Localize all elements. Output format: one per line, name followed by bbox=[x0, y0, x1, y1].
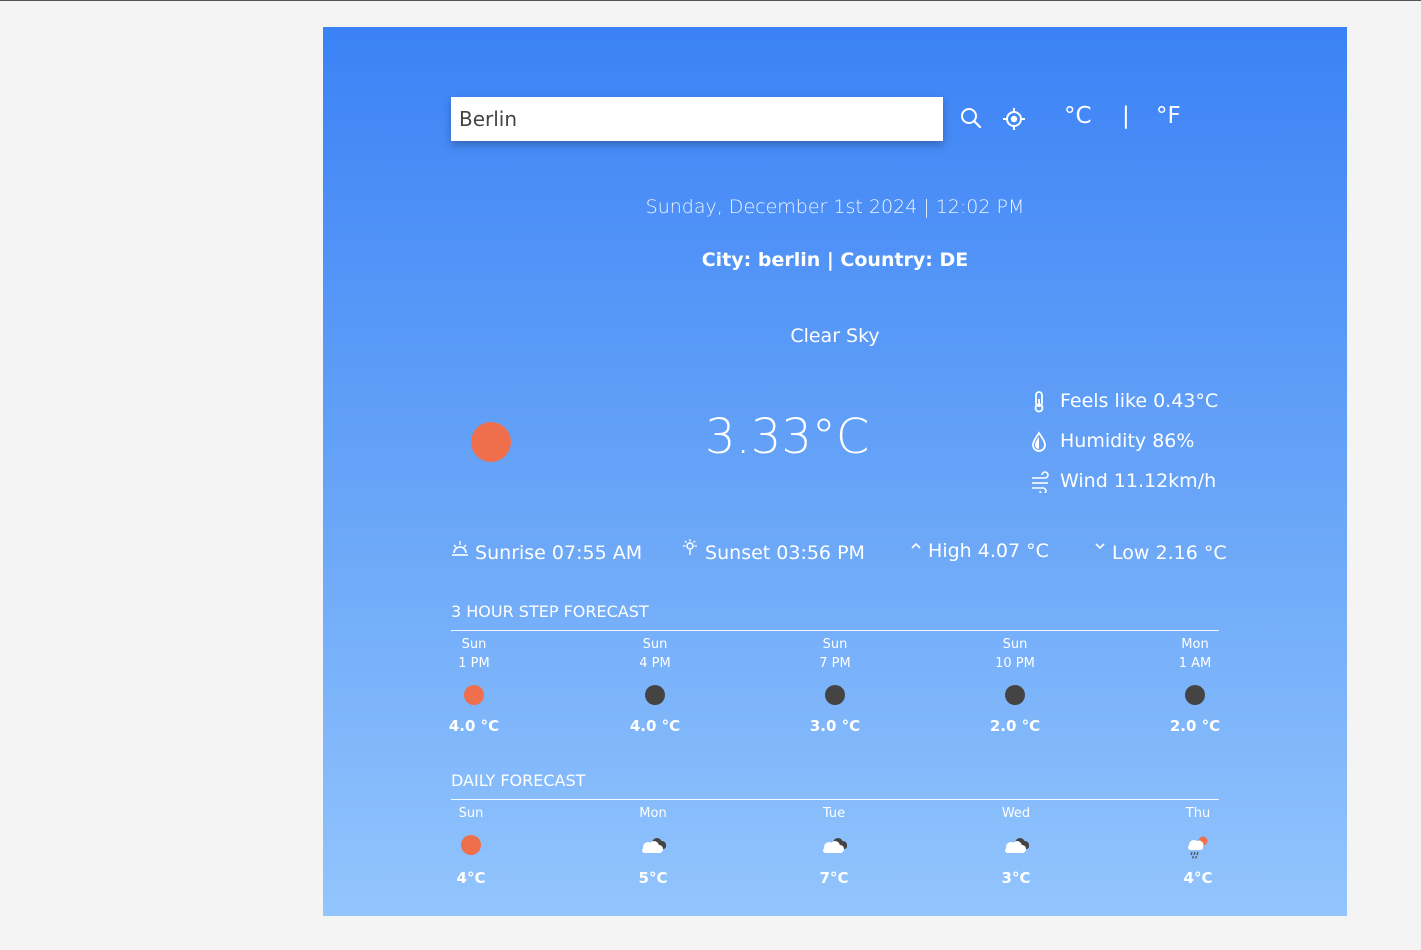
sunset-icon bbox=[683, 539, 697, 555]
hourly-time: 4 PM bbox=[639, 656, 671, 671]
wind-value: Wind 11.12km/h bbox=[1060, 470, 1217, 492]
clouds-icon bbox=[613, 835, 693, 857]
daily-day: Thu bbox=[1185, 806, 1211, 821]
clouds-icon bbox=[794, 835, 874, 857]
hourly-item: Mon 1 AM 2.0 °C bbox=[1155, 637, 1235, 735]
local-datetime: Sunday, December 1st 2024 | 12:02 PM bbox=[645, 196, 1025, 218]
daily-day: Wed bbox=[1001, 806, 1031, 821]
hourly-temp: 2.0 °C bbox=[989, 717, 1041, 735]
moon-icon bbox=[645, 685, 665, 705]
moon-icon bbox=[1005, 685, 1025, 705]
humidity-value: Humidity 86% bbox=[1060, 430, 1195, 452]
window-top-border bbox=[0, 0, 1421, 1]
current-temperature: 3.33°C bbox=[705, 409, 870, 465]
daily-forecast-title: DAILY FORECAST bbox=[451, 771, 586, 790]
daily-item: Thu 4°C bbox=[1158, 806, 1238, 887]
arrow-up-icon bbox=[911, 542, 921, 549]
daily-day: Tue bbox=[822, 806, 846, 821]
daily-temp: 3°C bbox=[1001, 869, 1031, 887]
hourly-time: 10 PM bbox=[995, 656, 1035, 671]
hourly-temp: 2.0 °C bbox=[1169, 717, 1221, 735]
high-temp-item: High 4.07 °C bbox=[910, 539, 1049, 562]
rain-sun-icon bbox=[1158, 835, 1238, 859]
weather-card: °C | °F Sunday, December 1st 2024 | 12:0… bbox=[323, 27, 1347, 916]
hourly-item: Sun 7 PM 3.0 °C bbox=[795, 637, 875, 735]
location-label: City: berlin | Country: DE bbox=[701, 249, 969, 271]
clear-sky-sun-icon bbox=[471, 422, 511, 462]
sunrise-value: Sunrise 07:55 AM bbox=[475, 542, 643, 564]
hourly-day: Sun bbox=[1002, 637, 1028, 652]
hourly-time: 7 PM bbox=[819, 656, 851, 671]
hourly-temp: 4.0 °C bbox=[629, 717, 681, 735]
hourly-divider bbox=[451, 630, 1219, 631]
hourly-temp: 3.0 °C bbox=[809, 717, 861, 735]
daily-item: Mon 5°C bbox=[613, 806, 693, 887]
hourly-item: Sun 4 PM 4.0 °C bbox=[615, 637, 695, 735]
hourly-temp: 4.0 °C bbox=[448, 717, 500, 735]
hourly-day: Mon bbox=[1181, 637, 1209, 652]
hourly-day: Sun bbox=[822, 637, 848, 652]
wind-icon bbox=[1032, 471, 1049, 493]
location-crosshair-icon[interactable] bbox=[1002, 107, 1026, 135]
high-temp-value: High 4.07 °C bbox=[928, 540, 1049, 562]
sun-icon bbox=[431, 835, 511, 857]
hourly-item: Sun 10 PM 2.0 °C bbox=[975, 637, 1055, 735]
moon-icon bbox=[1185, 685, 1205, 705]
daily-item: Wed 3°C bbox=[976, 806, 1056, 887]
hourly-time: 1 AM bbox=[1178, 656, 1212, 671]
low-temp-value: Low 2.16 °C bbox=[1112, 542, 1227, 564]
hourly-item: Sun 1 PM 4.0 °C bbox=[434, 637, 514, 735]
daily-temp: 7°C bbox=[819, 869, 849, 887]
low-temp-item: Low 2.16 °C bbox=[1094, 539, 1227, 564]
hourly-time: 1 PM bbox=[458, 656, 490, 671]
sunset-item: Sunset 03:56 PM bbox=[681, 539, 865, 564]
daily-item: Tue 7°C bbox=[794, 806, 874, 887]
sunrise-icon bbox=[452, 541, 468, 556]
daily-day: Sun bbox=[458, 806, 484, 821]
daily-temp: 5°C bbox=[638, 869, 668, 887]
city-search-input[interactable] bbox=[451, 97, 943, 141]
arrow-down-icon bbox=[1095, 543, 1105, 550]
clouds-icon bbox=[976, 835, 1056, 857]
unit-separator: | bbox=[1122, 103, 1130, 129]
search-box bbox=[451, 97, 943, 141]
sun-icon bbox=[464, 685, 484, 705]
daily-temp: 4°C bbox=[456, 869, 486, 887]
sunrise-item: Sunrise 07:55 AM bbox=[451, 539, 642, 564]
daily-day: Mon bbox=[639, 806, 667, 821]
celsius-toggle[interactable]: °C bbox=[1064, 103, 1092, 129]
daily-item: Sun 4°C bbox=[431, 806, 511, 887]
humidity-drop-icon bbox=[1032, 431, 1046, 452]
sunset-value: Sunset 03:56 PM bbox=[705, 542, 865, 564]
hourly-day: Sun bbox=[642, 637, 668, 652]
thermometer-icon bbox=[1034, 391, 1044, 413]
search-icon[interactable] bbox=[960, 107, 982, 133]
hourly-day: Sun bbox=[461, 637, 487, 652]
daily-temp: 4°C bbox=[1183, 869, 1213, 887]
weather-condition: Clear Sky bbox=[790, 325, 880, 347]
hourly-forecast-title: 3 HOUR STEP FORECAST bbox=[451, 602, 649, 621]
daily-divider bbox=[451, 799, 1219, 800]
feels-like-value: Feels like 0.43°C bbox=[1060, 390, 1219, 412]
moon-icon bbox=[825, 685, 845, 705]
fahrenheit-toggle[interactable]: °F bbox=[1156, 103, 1181, 129]
